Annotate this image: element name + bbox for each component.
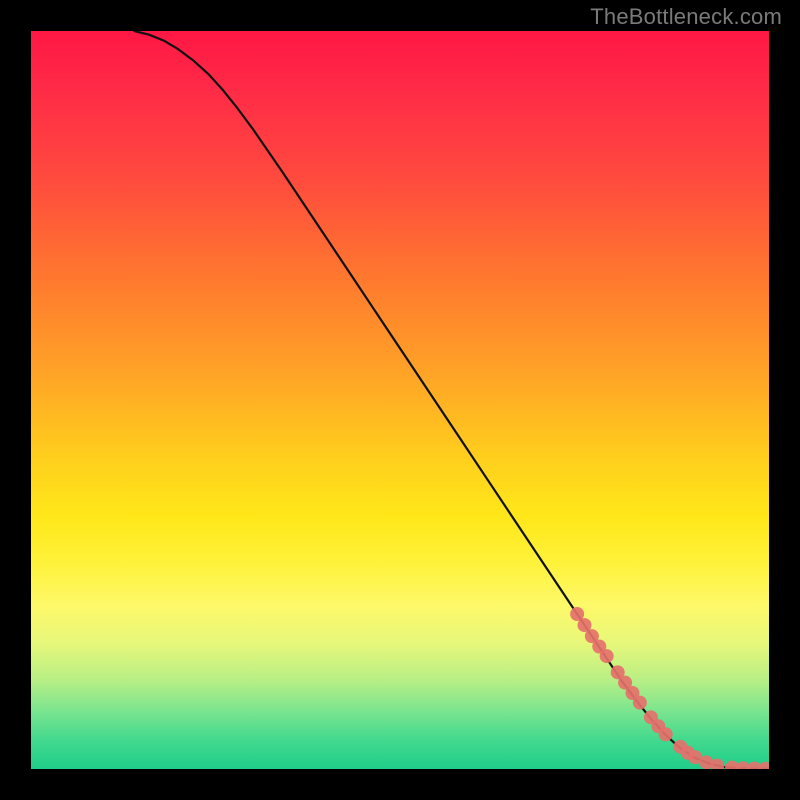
chart-frame: TheBottleneck.com — [0, 0, 800, 800]
plot-gradient-background — [31, 31, 769, 769]
watermark-text: TheBottleneck.com — [590, 4, 782, 30]
